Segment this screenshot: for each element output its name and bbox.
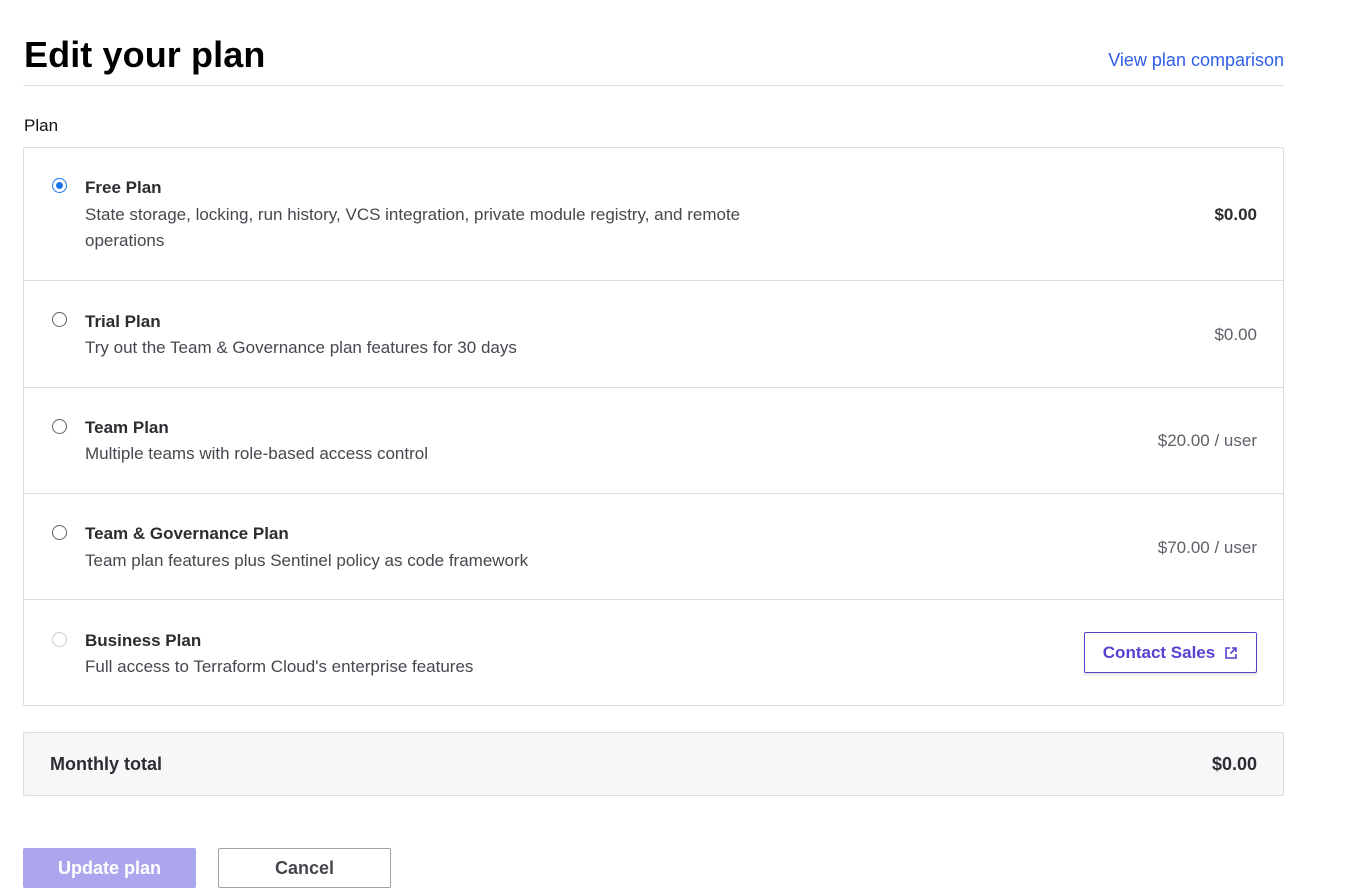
- business-plan-radio: [52, 632, 67, 647]
- update-plan-button[interactable]: Update plan: [23, 848, 196, 888]
- plan-name: Trial Plan: [85, 312, 161, 331]
- plan-description: Multiple teams with role-based access co…: [85, 444, 428, 463]
- plan-option-team[interactable]: Team Plan Multiple teams with role-based…: [24, 387, 1283, 493]
- plan-section-label: Plan: [24, 116, 59, 135]
- monthly-total: Monthly total $0.00: [23, 732, 1284, 796]
- plan-option-free[interactable]: Free Plan State storage, locking, run hi…: [24, 148, 1283, 280]
- external-link-icon: [1225, 646, 1238, 659]
- view-plan-comparison-link[interactable]: View plan comparison: [1108, 50, 1284, 71]
- plan-option-business: Business Plan Full access to Terraform C…: [24, 599, 1283, 705]
- plan-description: Full access to Terraform Cloud's enterpr…: [85, 657, 474, 676]
- plan-name: Team & Governance Plan: [85, 524, 289, 543]
- contact-sales-button[interactable]: Contact Sales: [1084, 632, 1257, 673]
- plan-price: $0.00: [1214, 205, 1257, 224]
- plan-name: Free Plan: [85, 178, 162, 197]
- plan-option-trial[interactable]: Trial Plan Try out the Team & Governance…: [24, 280, 1283, 387]
- team-governance-plan-radio[interactable]: [52, 525, 67, 540]
- plan-price: $20.00 / user: [1157, 431, 1257, 450]
- plan-description: State storage, locking, run history, VCS…: [85, 205, 741, 250]
- page-header: Edit your plan View plan comparison: [23, 30, 1284, 86]
- plan-list: Free Plan State storage, locking, run hi…: [23, 147, 1284, 706]
- plan-price: $0.00: [1214, 325, 1257, 344]
- plan-price: $70.00 / user: [1157, 538, 1257, 557]
- plan-option-team-governance[interactable]: Team & Governance Plan Team plan feature…: [24, 493, 1283, 599]
- contact-sales-label: Contact Sales: [1102, 642, 1216, 662]
- free-plan-radio[interactable]: [52, 178, 67, 193]
- cancel-button[interactable]: Cancel: [218, 848, 391, 888]
- team-plan-radio[interactable]: [52, 419, 67, 434]
- plan-description: Team plan features plus Sentinel policy …: [85, 551, 529, 570]
- trial-plan-radio[interactable]: [52, 312, 67, 327]
- monthly-total-value: $0.00: [1211, 754, 1257, 774]
- plan-name: Team Plan: [85, 418, 169, 437]
- page-title: Edit your plan: [24, 34, 266, 75]
- plan-description: Try out the Team & Governance plan featu…: [85, 338, 517, 357]
- monthly-total-label: Monthly total: [50, 754, 162, 774]
- plan-name: Business Plan: [85, 631, 202, 650]
